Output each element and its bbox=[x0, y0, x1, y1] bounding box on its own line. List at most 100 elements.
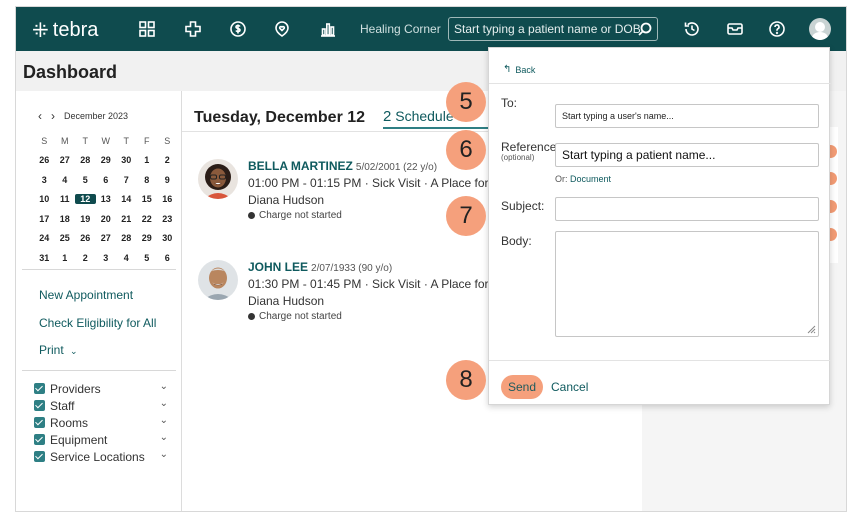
calendar-day[interactable]: 30 bbox=[157, 233, 178, 243]
calendar-day[interactable]: 29 bbox=[96, 155, 117, 165]
calendar-day[interactable]: 31 bbox=[34, 253, 55, 263]
patient-dob: 2/07/1933 (90 y/o) bbox=[311, 263, 393, 274]
calendar-day[interactable]: 2 bbox=[157, 155, 178, 165]
filter-label: Providers bbox=[50, 381, 101, 396]
filter-providers[interactable]: Providers ⌄ bbox=[34, 380, 168, 397]
calendar-day[interactable]: 9 bbox=[157, 175, 178, 185]
calendar-day[interactable]: 4 bbox=[116, 253, 137, 263]
dashboard-grid-icon[interactable] bbox=[137, 19, 157, 39]
calendar-day[interactable]: 6 bbox=[157, 253, 178, 263]
divider bbox=[22, 269, 176, 270]
calendar-day[interactable]: 27 bbox=[55, 155, 76, 165]
chevron-down-icon[interactable]: ⌄ bbox=[160, 415, 168, 426]
calendar-day[interactable]: 13 bbox=[96, 194, 117, 204]
calendar-day[interactable]: 3 bbox=[96, 253, 117, 263]
calendar-day[interactable]: 21 bbox=[116, 214, 137, 224]
calendar-week-row: 24 25 26 27 28 29 30 bbox=[34, 229, 178, 249]
app-window: ⁜ tebra Healing Corner Start typing a pa… bbox=[15, 6, 847, 512]
calendar-day[interactable]: 7 bbox=[116, 175, 137, 185]
calendar-day[interactable]: 14 bbox=[116, 194, 137, 204]
patient-name-link[interactable]: JOHN LEE 2/07/1933 (90 y/o) bbox=[248, 260, 392, 274]
chevron-down-icon[interactable]: ⌄ bbox=[160, 449, 168, 460]
checkbox[interactable] bbox=[34, 383, 45, 394]
calendar-day[interactable]: 29 bbox=[137, 233, 158, 243]
resize-grip-icon[interactable] bbox=[806, 324, 816, 334]
provider-name: Diana Hudson bbox=[248, 193, 325, 207]
filter-staff[interactable]: Staff ⌄ bbox=[34, 397, 168, 414]
tab-schedule[interactable]: 2 Schedule bbox=[383, 108, 454, 125]
tebra-logo[interactable]: ⁜ tebra bbox=[32, 18, 98, 43]
practice-name[interactable]: Healing Corner bbox=[360, 22, 441, 36]
calendar-day[interactable]: 1 bbox=[137, 155, 158, 165]
document-link[interactable]: Document bbox=[570, 174, 611, 184]
calendar-day[interactable]: 8 bbox=[137, 175, 158, 185]
filter-service-locations[interactable]: Service Locations ⌄ bbox=[34, 448, 168, 465]
help-icon[interactable] bbox=[767, 19, 787, 39]
calendar-day[interactable]: 11 bbox=[55, 194, 76, 204]
calendar-day[interactable]: 17 bbox=[34, 214, 55, 224]
calendar-day[interactable]: 20 bbox=[96, 214, 117, 224]
calendar-day[interactable]: 4 bbox=[55, 175, 76, 185]
body-textarea[interactable] bbox=[555, 231, 819, 337]
new-appointment-link[interactable]: New Appointment bbox=[39, 288, 133, 302]
calendar-day[interactable]: 5 bbox=[137, 253, 158, 263]
medical-cross-icon[interactable] bbox=[183, 19, 203, 39]
chevron-down-icon[interactable]: ⌄ bbox=[160, 432, 168, 443]
calendar-day-selected[interactable]: 12 bbox=[75, 194, 96, 205]
check-eligibility-link[interactable]: Check Eligibility for All bbox=[39, 316, 156, 330]
calendar-day[interactable]: 3 bbox=[34, 175, 55, 185]
user-avatar-icon[interactable] bbox=[809, 18, 831, 40]
search-icon[interactable] bbox=[637, 21, 653, 37]
calendar-week-row: 26 27 28 29 30 1 2 bbox=[34, 151, 178, 171]
calendar-day[interactable]: 25 bbox=[55, 233, 76, 243]
filter-rooms[interactable]: Rooms ⌄ bbox=[34, 414, 168, 431]
calendar-day[interactable]: 26 bbox=[34, 155, 55, 165]
subject-input[interactable] bbox=[555, 197, 819, 221]
calendar-day[interactable]: 5 bbox=[75, 175, 96, 185]
dollar-icon[interactable] bbox=[228, 19, 248, 39]
checkbox[interactable] bbox=[34, 400, 45, 411]
active-tab-indicator bbox=[383, 127, 493, 129]
chevron-down-icon[interactable]: ⌄ bbox=[160, 398, 168, 409]
filter-equipment[interactable]: Equipment ⌄ bbox=[34, 431, 168, 448]
checkbox[interactable] bbox=[34, 434, 45, 445]
calendar-day[interactable]: 22 bbox=[137, 214, 158, 224]
heart-badge-icon[interactable] bbox=[272, 19, 292, 39]
mini-calendar: S M T W T F S 26 27 28 29 30 1 2 3 4 5 6 7 8 9 10 11 12 13 14 15 16… bbox=[34, 131, 178, 268]
calendar-day[interactable]: 15 bbox=[137, 194, 158, 204]
calendar-day[interactable]: 28 bbox=[116, 233, 137, 243]
calendar-day[interactable]: 10 bbox=[34, 194, 55, 204]
patient-name-link[interactable]: BELLA MARTINEZ 5/02/2001 (22 y/o) bbox=[248, 159, 437, 173]
calendar-day[interactable]: 6 bbox=[96, 175, 117, 185]
calendar-day[interactable]: 27 bbox=[96, 233, 117, 243]
history-icon[interactable] bbox=[682, 19, 702, 39]
mail-icon[interactable] bbox=[725, 19, 745, 39]
calendar-day[interactable]: 30 bbox=[116, 155, 137, 165]
prev-month-icon[interactable]: ‹ bbox=[38, 109, 42, 123]
calendar-day[interactable]: 1 bbox=[55, 253, 76, 263]
calendar-day[interactable]: 23 bbox=[157, 214, 178, 224]
checkbox[interactable] bbox=[34, 451, 45, 462]
calendar-day[interactable]: 16 bbox=[157, 194, 178, 204]
calendar-day[interactable]: 2 bbox=[75, 253, 96, 263]
chevron-down-icon[interactable]: ⌄ bbox=[160, 381, 168, 392]
calendar-header: ‹ › December 2023 bbox=[38, 109, 128, 123]
calendar-day[interactable]: 19 bbox=[75, 214, 96, 224]
next-month-icon[interactable]: › bbox=[51, 109, 55, 123]
checkbox[interactable] bbox=[34, 417, 45, 428]
divider bbox=[489, 83, 831, 84]
calendar-day[interactable]: 26 bbox=[75, 233, 96, 243]
print-dropdown[interactable]: Print ⌄ bbox=[39, 343, 78, 357]
cancel-button[interactable]: Cancel bbox=[551, 380, 588, 394]
patient-search-input[interactable]: Start typing a patient name or DOB bbox=[448, 17, 658, 41]
print-label: Print bbox=[39, 343, 64, 357]
calendar-day[interactable]: 18 bbox=[55, 214, 76, 224]
to-input[interactable]: Start typing a user's name... bbox=[555, 104, 819, 128]
calendar-day[interactable]: 24 bbox=[34, 233, 55, 243]
calendar-day[interactable]: 28 bbox=[75, 155, 96, 165]
reference-input[interactable]: Start typing a patient name... bbox=[555, 143, 819, 167]
send-button[interactable]: Send bbox=[501, 375, 543, 399]
back-link[interactable]: ↰ Back bbox=[503, 64, 535, 75]
status-dot-icon bbox=[248, 313, 255, 320]
bar-chart-icon[interactable] bbox=[318, 19, 338, 39]
